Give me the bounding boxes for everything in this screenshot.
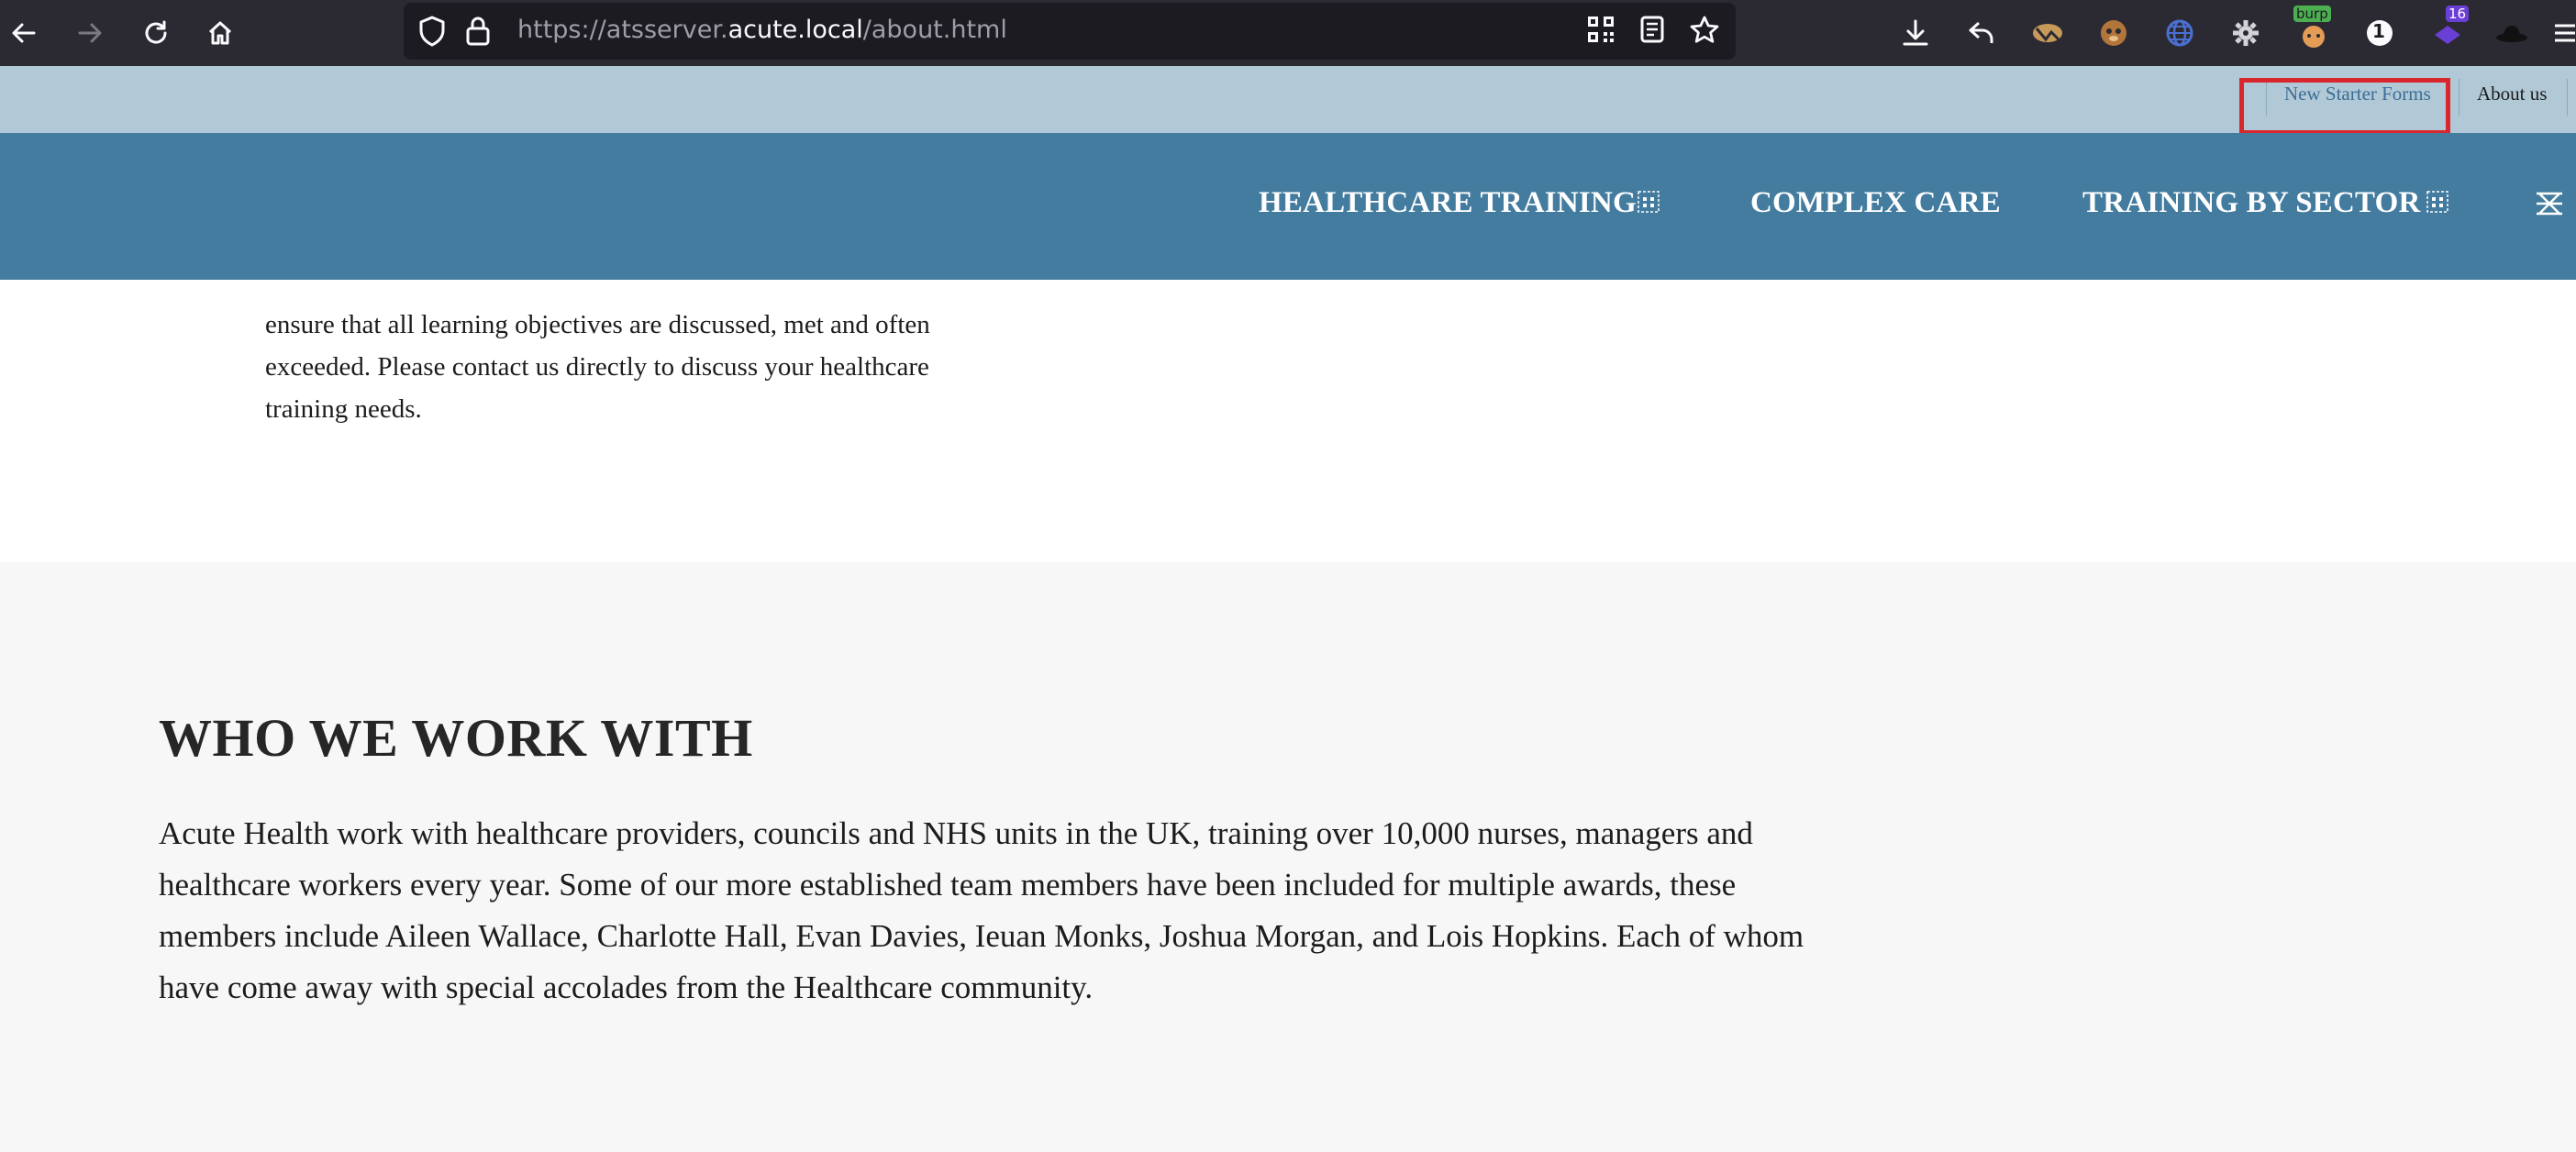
qr-code-icon[interactable] — [1585, 14, 1616, 50]
nav-healthcare-training[interactable]: HEALTHCARE TRAINING — [1259, 186, 1637, 220]
who-we-work-with-section: WHO WE WORK WITH Acute Health work with … — [0, 562, 2576, 1152]
url-prefix: https://atsserver. — [517, 16, 728, 44]
downloads-icon[interactable] — [1895, 13, 1936, 53]
main-navigation: HEALTHCARE TRAINING COMPLEX CARE TRAININ… — [0, 133, 2576, 280]
mobile-menu-icon[interactable] — [2534, 188, 2565, 224]
onepassword-extension-icon[interactable]: 1 — [2359, 13, 2400, 53]
lock-icon[interactable] — [464, 15, 492, 52]
reader-view-icon[interactable] — [1637, 14, 1668, 50]
bookmark-star-icon[interactable] — [1688, 14, 1721, 51]
onepassword-badge: 1 — [2372, 20, 2385, 42]
burp-badge: burp — [2293, 6, 2331, 22]
tracking-protection-shield-icon[interactable] — [416, 15, 448, 52]
wappalyzer-extension-icon[interactable] — [2027, 13, 2068, 53]
purple-extension-icon[interactable]: 16 — [2427, 6, 2470, 53]
nav-training-by-sector[interactable]: TRAINING BY SECTOR — [2082, 186, 2421, 220]
url-host: acute.local — [727, 16, 863, 44]
reload-icon[interactable] — [136, 13, 176, 53]
dropdown-glyph-icon[interactable] — [2426, 190, 2449, 218]
top-bar-divider — [2567, 79, 2568, 116]
dropdown-glyph-icon[interactable] — [1637, 190, 1660, 218]
nav-complex-care[interactable]: COMPLEX CARE — [1750, 186, 2001, 220]
browser-toolbar: https://atsserver.acute.local/about.html… — [0, 0, 2576, 66]
home-icon[interactable] — [200, 13, 240, 53]
section-body-text: Acute Health work with healthcare provid… — [159, 815, 1804, 1005]
burp-extension-icon[interactable]: burp — [2293, 6, 2334, 53]
menu-icon[interactable] — [2547, 13, 2576, 53]
section-heading: WHO WE WORK WITH — [159, 708, 753, 768]
back-icon[interactable] — [4, 13, 44, 53]
url-path: /about.html — [862, 16, 1007, 44]
intro-paragraph: ensure that all learning objectives are … — [265, 310, 930, 424]
address-bar[interactable]: https://atsserver.acute.local/about.html — [404, 3, 1736, 60]
counter-badge: 16 — [2446, 6, 2470, 22]
about-us-link[interactable]: About us — [2477, 83, 2547, 105]
tampermonkey-extension-icon[interactable] — [2093, 13, 2134, 53]
forward-icon[interactable] — [70, 13, 110, 53]
site-top-bar: New Starter Forms About us — [0, 66, 2576, 133]
hat-extension-icon[interactable] — [2492, 13, 2532, 53]
url-text[interactable]: https://atsserver.acute.local/about.html — [517, 16, 1007, 44]
undo-arrow-icon[interactable] — [1961, 13, 2002, 53]
annotation-highlight-box — [2239, 78, 2450, 135]
globe-extension-icon[interactable] — [2160, 13, 2200, 53]
gear-extension-icon[interactable] — [2226, 13, 2266, 53]
